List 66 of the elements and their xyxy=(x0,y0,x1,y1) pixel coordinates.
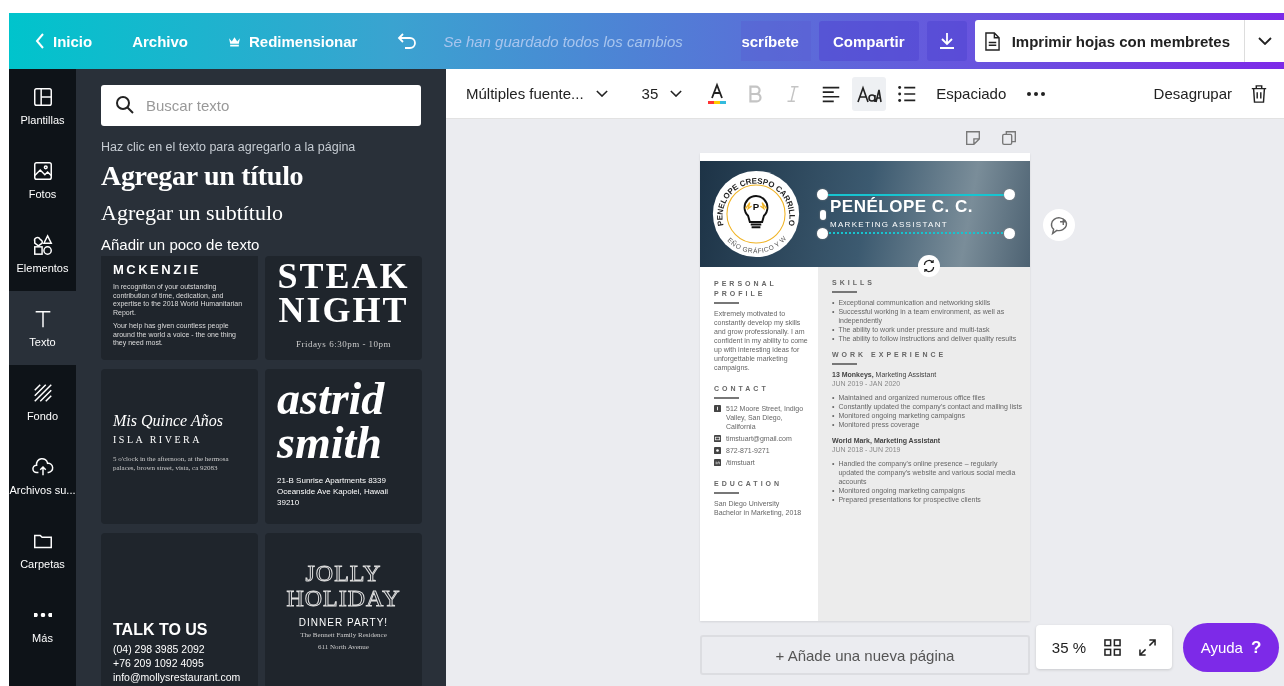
sidebar-item[interactable]: Texto xyxy=(9,291,76,365)
add-text-option[interactable]: Agregar un subtítulo xyxy=(101,200,421,226)
caret-icon xyxy=(1257,37,1272,45)
template-text: DINNER PARTY! xyxy=(298,617,389,628)
template-text: STEAK xyxy=(277,259,410,293)
image-icon xyxy=(31,160,54,182)
trash-icon[interactable] xyxy=(1250,83,1268,104)
template-text: NIGHT xyxy=(278,293,409,327)
mail-icon xyxy=(714,435,721,442)
subscribe-button[interactable]: scríbete xyxy=(741,21,811,61)
share-button[interactable]: Compartir xyxy=(818,21,919,61)
caret-icon xyxy=(670,90,683,97)
template-text: Mis Quince Años xyxy=(113,412,224,430)
template-text: (04) 298 3985 2092 xyxy=(113,642,206,656)
ungroup-button[interactable]: Desagrupar xyxy=(1145,79,1240,108)
stripes-icon xyxy=(31,382,54,404)
download-button[interactable] xyxy=(926,21,967,61)
expand-icon[interactable] xyxy=(1139,638,1156,656)
template-text: MCKENZIE xyxy=(113,262,202,277)
phone-icon xyxy=(714,447,721,454)
crown-icon xyxy=(228,35,242,47)
template-text: Fridays 6:30pm - 10pm xyxy=(295,339,392,349)
search-icon xyxy=(115,95,135,115)
search-field[interactable]: Buscar texto xyxy=(101,85,421,126)
template-text: info@mollysrestaurant.com xyxy=(113,670,242,684)
text-template-card[interactable]: astrid smith 21-B Sunrise Apartments 8339 Oceanside Ave Kapolei, Hawaii 39210 xyxy=(265,369,422,524)
template-text: smith xyxy=(277,421,383,465)
resume-role: MARKETING ASSISTANT xyxy=(830,220,949,229)
grid-icon[interactable] xyxy=(1104,638,1121,656)
resume-name: PENÉLOPE C. C. xyxy=(830,197,974,217)
template-text: +76 209 1092 4095 xyxy=(113,656,205,670)
chevron-left-icon xyxy=(35,33,45,49)
text-template-card[interactable]: STEAK NIGHT Fridays 6:30pm - 10pm xyxy=(265,256,422,360)
note-icon[interactable] xyxy=(964,129,982,147)
document-icon xyxy=(984,31,1000,51)
format-button[interactable] xyxy=(852,76,887,111)
undo-icon[interactable] xyxy=(397,33,418,49)
layout-icon xyxy=(31,86,54,108)
location-icon xyxy=(714,405,721,412)
social-icon xyxy=(714,459,721,466)
text-template-card[interactable]: TALK TO US (04) 298 3985 2092 +76 209 1092 4095 info@mollysrestaurant.com xyxy=(101,533,258,686)
spacing-button[interactable]: Espaciado xyxy=(928,79,1015,108)
print-button[interactable]: Imprimir hojas con membretes xyxy=(974,20,1244,62)
hint-text: Haz clic en el texto para agregarlo a la página xyxy=(101,140,357,154)
font-size-dropdown[interactable]: 35 xyxy=(633,79,691,108)
template-text: astrid xyxy=(277,377,386,421)
cloud-upload-icon xyxy=(31,456,54,478)
more-icon[interactable] xyxy=(1026,90,1047,97)
caret-icon xyxy=(595,90,608,97)
add-page-button[interactable]: + Añade una nueva página xyxy=(700,635,1030,675)
print-options-button[interactable] xyxy=(1244,20,1284,62)
more-icon xyxy=(33,613,52,617)
rotate-icon[interactable] xyxy=(918,255,940,277)
template-text: TALK TO US xyxy=(113,621,209,639)
font-dropdown[interactable]: Múltiples fuente... xyxy=(458,79,616,108)
add-text-option[interactable]: Agregar un título xyxy=(101,160,421,192)
copy-icon[interactable] xyxy=(1000,129,1018,147)
template-text: JOLLY xyxy=(305,561,382,586)
shapes-icon xyxy=(31,234,54,256)
add-text-option[interactable]: Añadir un poco de texto xyxy=(101,236,421,253)
template-text: ISLA RIVERA xyxy=(113,434,203,445)
save-status: Se han guardado todos los cambios xyxy=(443,32,684,50)
zoom-level[interactable]: 35 % xyxy=(1051,638,1086,656)
template-text: 21-B Sunrise Apartments 8339 Oceanside Ave Kapolei, Hawaii 39210 xyxy=(277,475,390,508)
help-button[interactable]: Ayuda ? xyxy=(1183,623,1279,672)
comment-add-icon[interactable] xyxy=(1043,209,1075,241)
